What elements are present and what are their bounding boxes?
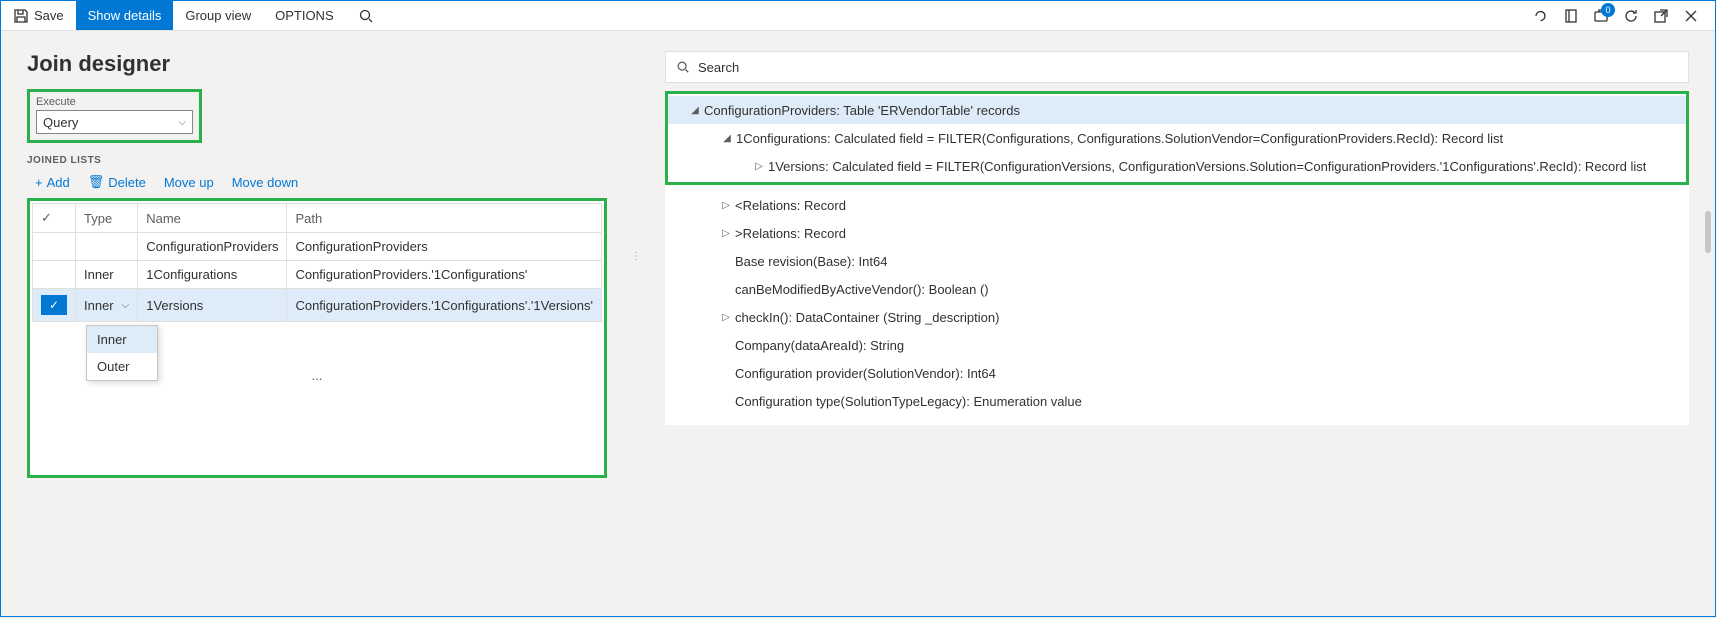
options-label: OPTIONS — [275, 8, 334, 23]
attach-icon[interactable] — [1533, 8, 1549, 24]
col-name[interactable]: Name — [138, 204, 287, 233]
add-button[interactable]: + Add — [35, 174, 70, 190]
tree-node[interactable]: ▷ checkIn(): DataContainer (String _desc… — [665, 303, 1689, 331]
tree-node[interactable]: Configuration provider(SolutionVendor): … — [665, 359, 1689, 387]
twisty-collapsed-icon[interactable]: ▷ — [717, 200, 735, 211]
move-down-button[interactable]: Move down — [232, 174, 298, 190]
search-toolbar-button[interactable] — [346, 1, 386, 30]
execute-label: Execute — [36, 96, 193, 108]
tree-node[interactable]: ▷ 1Versions: Calculated field = FILTER(C… — [668, 152, 1686, 180]
tree-children: ▷ <Relations: Record ▷ >Relations: Recor… — [665, 185, 1689, 425]
refresh-icon[interactable] — [1623, 8, 1639, 24]
tree-node[interactable]: canBeModifiedByActiveVendor(): Boolean (… — [665, 275, 1689, 303]
toolbar: Save Show details Group view OPTIONS 0 — [1, 1, 1715, 31]
move-up-button[interactable]: Move up — [164, 174, 214, 190]
joined-lists-grid: ✓ Type Name Path ConfigurationProviders … — [27, 198, 607, 478]
row-checkmark-icon[interactable]: ✓ — [41, 295, 67, 315]
save-label: Save — [34, 8, 64, 23]
tree-node[interactable]: Configuration type(SolutionTypeLegacy): … — [665, 387, 1689, 415]
notification-icon[interactable]: 0 — [1593, 8, 1609, 24]
tree-node[interactable]: ▷ >Relations: Record — [665, 219, 1689, 247]
search-icon — [358, 8, 374, 24]
execute-value: Query — [43, 115, 78, 130]
delete-button[interactable]: 🗑 Delete — [88, 174, 146, 190]
chevron-down-icon: ⌵ — [178, 117, 186, 128]
twisty-collapsed-icon[interactable]: ▷ — [717, 228, 735, 239]
save-button[interactable]: Save — [1, 1, 76, 30]
twisty-expanded-icon[interactable]: ◢ — [686, 105, 704, 116]
col-type[interactable]: Type — [76, 204, 138, 233]
twisty-collapsed-icon[interactable]: ▷ — [717, 312, 735, 323]
notification-badge: 0 — [1601, 3, 1615, 17]
execute-group: Execute Query ⌵ — [27, 89, 202, 143]
select-all-checkbox[interactable]: ✓ — [33, 204, 76, 233]
execute-select[interactable]: Query ⌵ — [36, 110, 193, 134]
table-row[interactable]: ✓ Inner ⌵ 1Versions ConfigurationProvide… — [33, 289, 602, 322]
dropdown-option-inner[interactable]: Inner — [87, 326, 157, 353]
type-cell-select[interactable]: Inner ⌵ — [76, 289, 138, 322]
show-details-button[interactable]: Show details — [76, 1, 174, 30]
data-tree: ◢ ConfigurationProviders: Table 'ERVendo… — [665, 91, 1689, 185]
tree-search-input[interactable]: Search — [665, 51, 1689, 83]
chevron-down-icon: ⌵ — [122, 300, 130, 311]
popout-icon[interactable] — [1653, 8, 1669, 24]
col-path[interactable]: Path — [287, 204, 602, 233]
splitter[interactable] — [635, 51, 637, 478]
search-placeholder: Search — [698, 60, 739, 75]
office-icon[interactable] — [1563, 8, 1579, 24]
list-toolbar: + Add 🗑 Delete Move up Move down — [27, 174, 607, 190]
group-view-label: Group view — [185, 8, 251, 23]
group-view-button[interactable]: Group view — [173, 1, 263, 30]
tree-node[interactable]: Base revision(Base): Int64 — [665, 247, 1689, 275]
show-details-label: Show details — [88, 8, 162, 23]
tree-node[interactable]: Company(dataAreaId): String — [665, 331, 1689, 359]
tree-node[interactable]: ◢ 1Configurations: Calculated field = FI… — [668, 124, 1686, 152]
joined-lists-header: JOINED LISTS — [27, 155, 607, 166]
page-title: Join designer — [27, 51, 607, 77]
dropdown-option-outer[interactable]: Outer — [87, 353, 157, 380]
tree-node[interactable]: ◢ ConfigurationProviders: Table 'ERVendo… — [668, 96, 1686, 124]
type-dropdown: Inner Outer — [86, 325, 158, 381]
tree-node[interactable]: ▷ <Relations: Record — [665, 191, 1689, 219]
scrollbar-thumb[interactable] — [1705, 211, 1711, 253]
search-icon — [676, 60, 690, 74]
twisty-collapsed-icon[interactable]: ▷ — [750, 161, 768, 172]
twisty-expanded-icon[interactable]: ◢ — [718, 133, 736, 144]
save-icon — [13, 8, 29, 24]
table-row[interactable]: ConfigurationProviders ConfigurationProv… — [33, 233, 602, 261]
table-row[interactable]: Inner 1Configurations ConfigurationProvi… — [33, 261, 602, 289]
grid-header-row: ✓ Type Name Path — [33, 204, 602, 233]
options-button[interactable]: OPTIONS — [263, 1, 346, 30]
close-icon[interactable] — [1683, 8, 1699, 24]
